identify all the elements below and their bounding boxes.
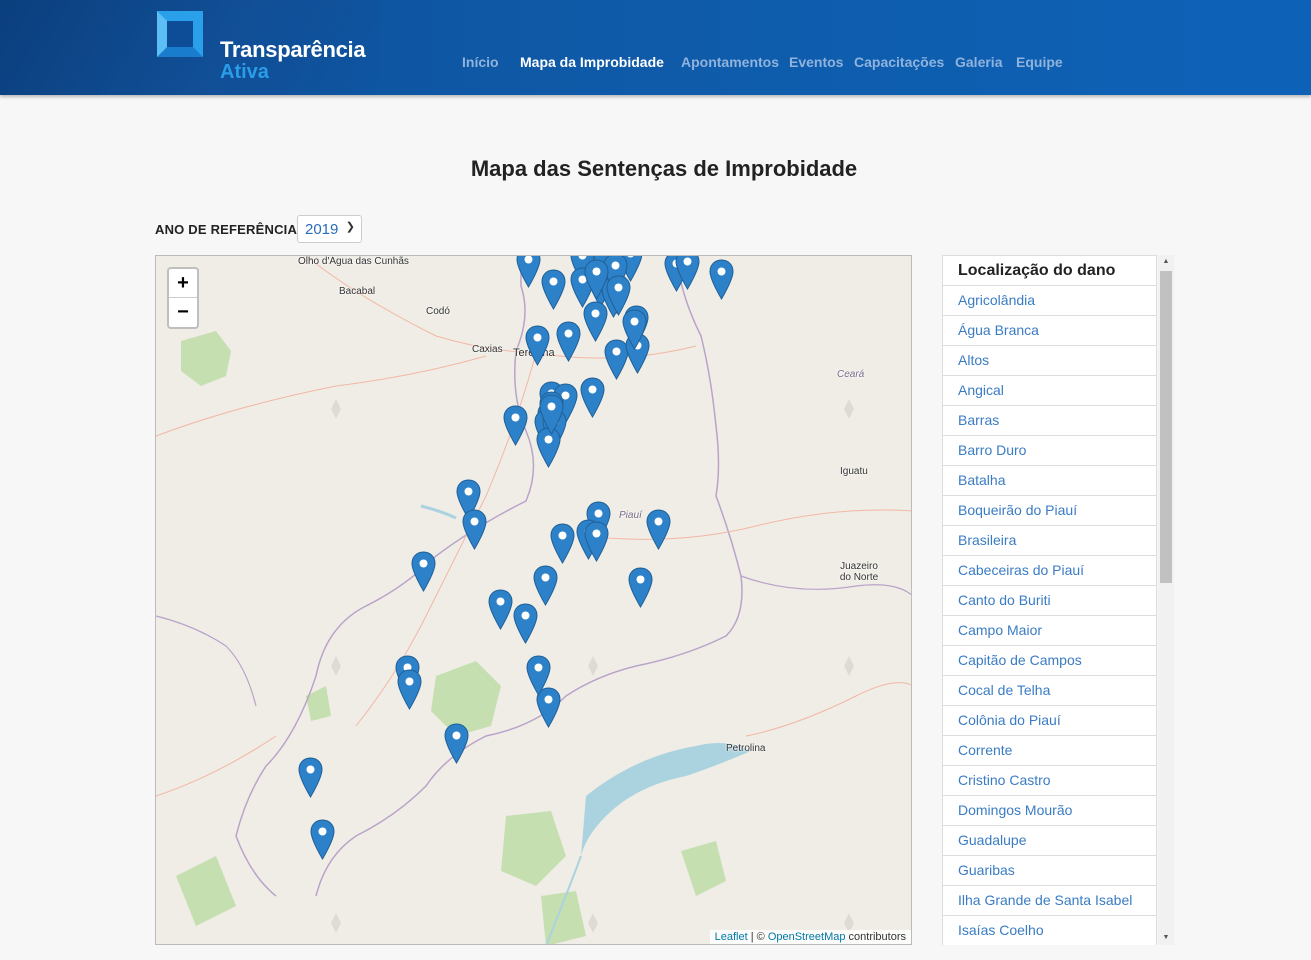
map-canvas[interactable]: Olho d'Água das Cunhãs Bacabal Codó Caxi… — [155, 255, 912, 945]
location-list-item[interactable]: Barro Duro — [942, 436, 1157, 466]
location-list-item[interactable]: Cocal de Telha — [942, 676, 1157, 706]
location-panel: Localização do dano Agricolândia Água Bra… — [942, 255, 1174, 945]
scroll-down-arrow-icon[interactable]: ▼ — [1158, 931, 1174, 945]
leaflet-link[interactable]: Leaflet — [715, 931, 748, 943]
location-list: Localização do dano Agricolândia Água Bra… — [942, 255, 1157, 945]
map-marker-pin[interactable] — [709, 259, 734, 300]
map-marker-pin[interactable] — [622, 309, 647, 350]
map-marker-pin[interactable] — [411, 551, 436, 592]
location-list-item[interactable]: Capitão de Campos — [942, 646, 1157, 676]
attribution-suffix: contributors — [845, 931, 906, 943]
map-marker-pin[interactable] — [310, 819, 335, 860]
zoom-control: + − — [167, 267, 199, 329]
map-place-label: Ceará — [837, 369, 865, 380]
year-select[interactable]: 2019 ❯ — [297, 215, 362, 243]
map-place-label: Piauí — [619, 510, 642, 521]
map-marker-pin[interactable] — [298, 757, 323, 798]
map-place-label: Codó — [426, 306, 450, 317]
location-list-item[interactable]: Campo Maior — [942, 616, 1157, 646]
map-marker-pin[interactable] — [584, 521, 609, 562]
zoom-in-button[interactable]: + — [169, 269, 197, 298]
osm-link[interactable]: OpenStreetMap — [768, 931, 846, 943]
map-place-label: Juazeiro do Norte — [839, 561, 879, 583]
map-place-label: Petrolina — [726, 743, 766, 754]
nav-eventos[interactable]: Eventos — [789, 54, 843, 70]
nav-equipe[interactable]: Equipe — [1016, 54, 1063, 70]
location-list-item[interactable]: Batalha — [942, 466, 1157, 496]
logo-cube-icon — [157, 11, 203, 57]
location-list-item[interactable]: Canto do Buriti — [942, 586, 1157, 616]
map-marker-pin[interactable] — [513, 603, 538, 644]
map-place-label: Bacabal — [339, 286, 376, 297]
nav-galeria[interactable]: Galeria — [955, 54, 1002, 70]
map-marker-pin[interactable] — [503, 405, 528, 446]
map-marker-pin[interactable] — [533, 565, 558, 606]
map-marker-pin[interactable] — [526, 655, 551, 696]
map-marker-pin[interactable] — [556, 321, 581, 362]
map-marker-pin[interactable] — [488, 589, 513, 630]
scroll-thumb[interactable] — [1160, 271, 1172, 583]
chevron-down-icon: ❯ — [345, 221, 355, 233]
location-list-item[interactable]: Guadalupe — [942, 826, 1157, 856]
nav-capacitacoes[interactable]: Capacitações — [854, 54, 944, 70]
map-marker-pin[interactable] — [516, 255, 541, 288]
location-list-item[interactable]: Guaribas — [942, 856, 1157, 886]
location-list-item[interactable]: Barras — [942, 406, 1157, 436]
map-place-label: Olho d'Água das Cunhãs — [298, 256, 409, 267]
map-attribution: Leaflet | © OpenStreetMap contributors — [709, 930, 911, 944]
location-list-item[interactable]: Angical — [942, 376, 1157, 406]
map-marker-pin[interactable] — [675, 255, 700, 290]
main-nav: Início Mapa da Improbidade Apontamentos … — [0, 54, 1311, 74]
location-list-item[interactable]: Corrente — [942, 736, 1157, 766]
attribution-separator: | © — [747, 931, 768, 943]
location-list-item[interactable]: Água Branca — [942, 316, 1157, 346]
location-list-item[interactable]: Isaías Coelho — [942, 916, 1157, 945]
location-list-item[interactable]: Altos — [942, 346, 1157, 376]
nav-apontamentos[interactable]: Apontamentos — [681, 54, 779, 70]
map-marker-pin[interactable] — [444, 723, 469, 764]
location-list-item[interactable]: Cristino Castro — [942, 766, 1157, 796]
year-filter-label: ANO DE REFERÊNCIA: — [155, 222, 302, 237]
map-marker-pin[interactable] — [584, 259, 609, 300]
map-marker-pin[interactable] — [580, 377, 605, 418]
location-list-item[interactable]: Agricolândia — [942, 286, 1157, 316]
map-marker-pin[interactable] — [628, 567, 653, 608]
nav-mapa-da-improbidade[interactable]: Mapa da Improbidade — [520, 54, 664, 70]
page-title: Mapa das Sentenças de Improbidade — [470, 156, 858, 181]
location-list-item[interactable]: Cabeceiras do Piauí — [942, 556, 1157, 586]
map-marker-pin[interactable] — [646, 509, 671, 550]
location-list-title: Localização do dano — [942, 255, 1157, 286]
map-marker-pin[interactable] — [525, 325, 550, 366]
location-list-item[interactable]: Brasileira — [942, 526, 1157, 556]
map-marker-pin[interactable] — [583, 301, 608, 342]
map-marker-pin[interactable] — [539, 394, 564, 435]
map-marker-pin[interactable] — [397, 669, 422, 710]
location-list-item[interactable]: Domingos Mourão — [942, 796, 1157, 826]
nav-inicio[interactable]: Início — [462, 54, 499, 70]
scroll-up-arrow-icon[interactable]: ▲ — [1158, 255, 1174, 269]
site-header: Transparência Ativa Início Mapa da Impro… — [0, 0, 1311, 95]
year-select-value: 2019 — [305, 221, 339, 238]
map-marker-pin[interactable] — [541, 269, 566, 310]
location-list-item[interactable]: Colônia do Piauí — [942, 706, 1157, 736]
map-place-label: Caxias — [472, 344, 503, 355]
location-list-scrollbar[interactable]: ▲ ▼ — [1158, 255, 1174, 945]
location-list-item[interactable]: Boqueirão do Piauí — [942, 496, 1157, 526]
map-place-label: Iguatu — [840, 466, 868, 477]
map-marker-pin[interactable] — [550, 523, 575, 564]
map-marker-pin[interactable] — [462, 509, 487, 550]
location-list-item[interactable]: Ilha Grande de Santa Isabel — [942, 886, 1157, 916]
zoom-out-button[interactable]: − — [169, 298, 197, 327]
